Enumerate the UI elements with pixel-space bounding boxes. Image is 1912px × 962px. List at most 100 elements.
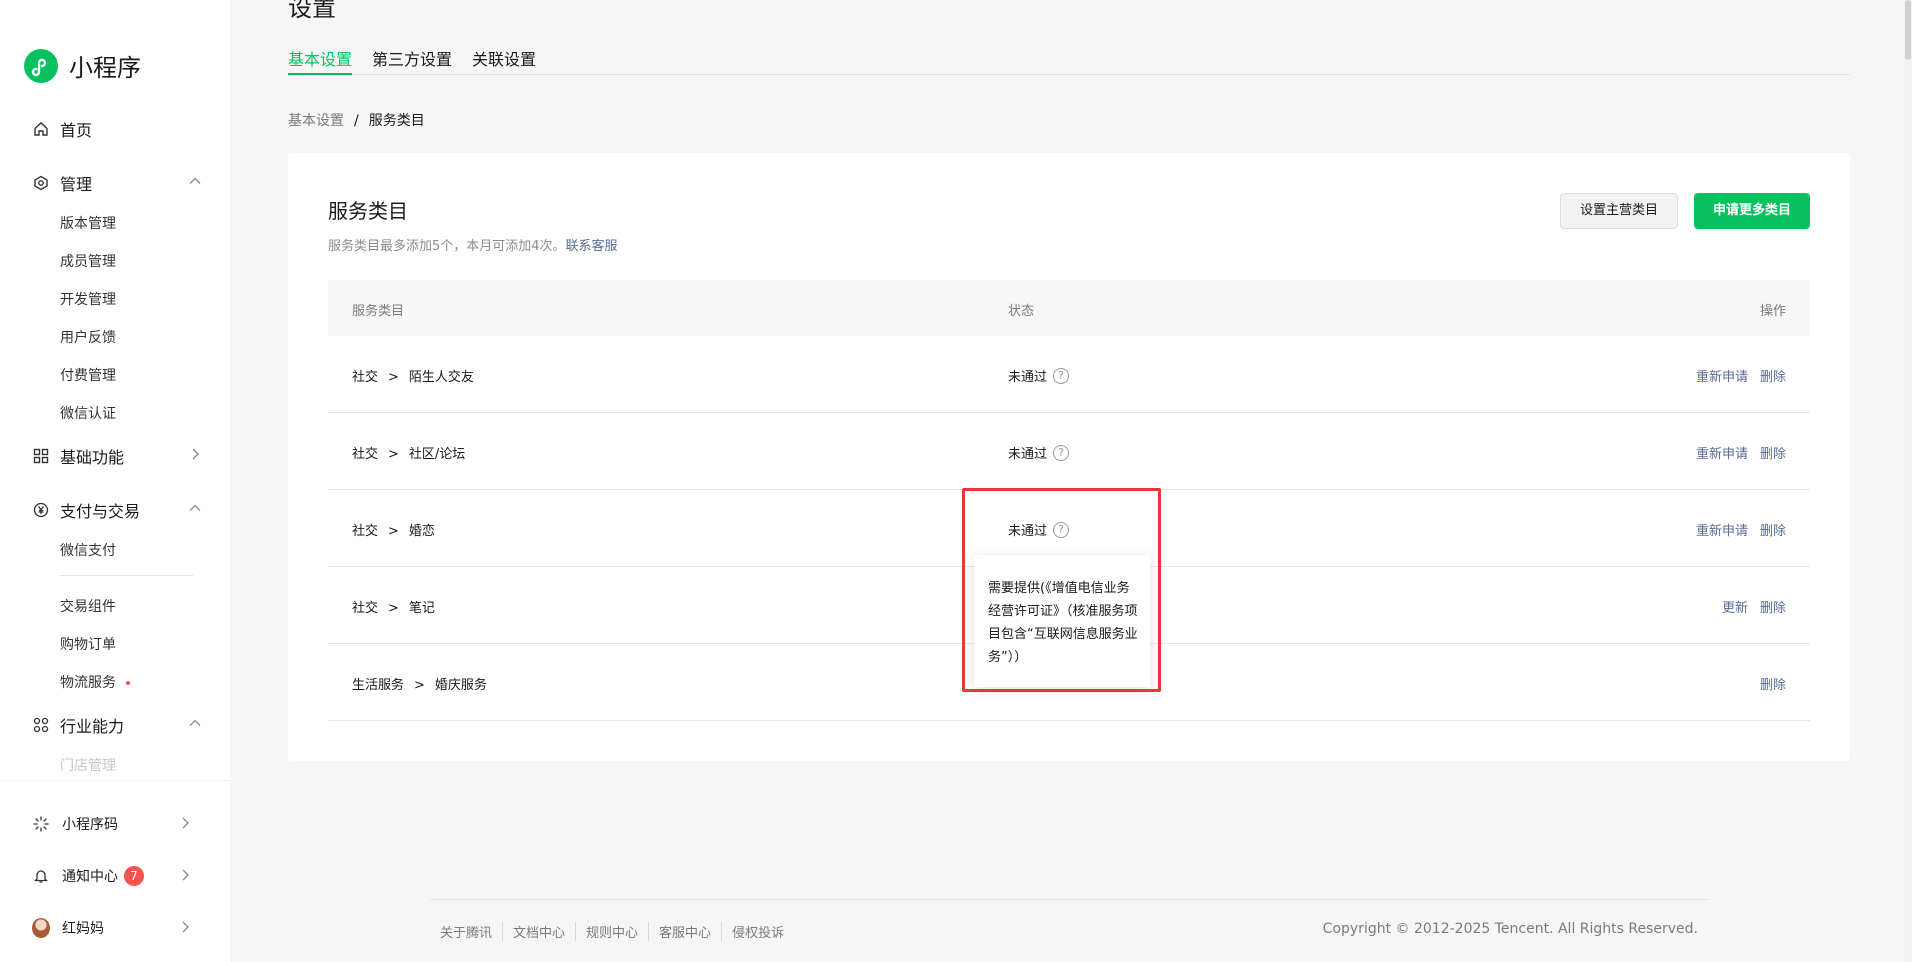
footer-link-docs[interactable]: 文档中心: [502, 922, 575, 941]
delete-link[interactable]: 删除: [1760, 443, 1786, 462]
sidebar-item-label: 物流服务: [60, 675, 116, 691]
category-child: 社区/论坛: [408, 447, 466, 462]
table-row: 社交 > 社区/论坛 未通过? 重新申请 删除: [328, 413, 1810, 490]
category-cell: 社交 > 社区/论坛: [352, 443, 465, 462]
chevron-up-icon: [189, 504, 201, 511]
category-arrow: >: [388, 370, 399, 385]
sidebar-item-home[interactable]: 首页: [32, 117, 202, 141]
category-parent: 社交: [352, 370, 379, 385]
sidebar-item-feedback[interactable]: 用户反馈: [60, 327, 116, 347]
update-link[interactable]: 更新: [1722, 597, 1748, 616]
chevron-right-icon: [182, 817, 189, 829]
sidebar-item-basic[interactable]: 基础功能: [32, 444, 202, 468]
set-main-category-button[interactable]: 设置主营类目: [1560, 193, 1678, 229]
sidebar-item-qrcode[interactable]: 小程序码: [32, 814, 192, 834]
column-header-ops: 操作: [1759, 304, 1786, 319]
reapply-link[interactable]: 重新申请: [1696, 520, 1748, 539]
sidebar-item-members[interactable]: 成员管理: [60, 251, 116, 271]
sidebar-item-label: 首页: [60, 121, 93, 140]
category-arrow: >: [414, 678, 425, 693]
breadcrumb-separator: /: [354, 113, 359, 129]
scrollbar-thumb[interactable]: [1905, 0, 1911, 60]
apply-more-category-button[interactable]: 申请更多类目: [1694, 193, 1810, 229]
breadcrumb-parent[interactable]: 基本设置: [288, 113, 344, 129]
notification-count-badge: 7: [124, 866, 144, 886]
footer-link-about[interactable]: 关于腾讯: [440, 922, 502, 941]
sidebar-item-store[interactable]: 门店管理: [60, 755, 116, 775]
card-subtitle-text: 服务类目最多添加5个，本月可添加4次。: [328, 239, 566, 254]
chevron-up-icon: [189, 719, 201, 726]
sidebar-item-label: 基础功能: [60, 448, 125, 467]
mini-program-logo-icon: [24, 48, 58, 83]
sparkle-icon: [32, 815, 50, 833]
question-icon[interactable]: ?: [1053, 367, 1070, 384]
red-dot-indicator: [126, 681, 130, 685]
sidebar-item-dev[interactable]: 开发管理: [60, 289, 116, 309]
sidebar-item-label: 管理: [60, 175, 93, 194]
sidebar-item-pay[interactable]: 支付与交易: [32, 498, 202, 522]
tab-basic-settings[interactable]: 基本设置: [288, 46, 353, 75]
category-parent: 社交: [352, 601, 379, 616]
reapply-link[interactable]: 重新申请: [1696, 366, 1748, 385]
breadcrumb: 基本设置 / 服务类目: [288, 110, 425, 130]
category-parent: 社交: [352, 447, 379, 462]
sidebar-item-orders[interactable]: 购物订单: [60, 634, 116, 654]
sidebar-item-label: 行业能力: [60, 717, 125, 736]
contact-support-link[interactable]: 联系客服: [566, 239, 618, 254]
brand[interactable]: 小程序: [24, 48, 141, 83]
delete-link[interactable]: 删除: [1760, 366, 1786, 385]
chevron-right-icon: [192, 448, 199, 460]
tabs: 基本设置 第三方设置 关联设置: [288, 44, 1850, 75]
scrollbar[interactable]: [1904, 0, 1912, 962]
sidebar-item-manage[interactable]: 管理: [32, 171, 202, 195]
avatar-wrap: [32, 918, 50, 938]
tab-related-settings[interactable]: 关联设置: [472, 46, 536, 75]
sidebar-item-payment-manage[interactable]: 付费管理: [60, 365, 116, 385]
ops-cell: 删除: [1748, 674, 1786, 693]
breadcrumb-current: 服务类目: [368, 113, 425, 129]
avatar: [32, 918, 50, 938]
delete-link[interactable]: 删除: [1760, 520, 1786, 539]
sidebar: 小程序 首页 管理 版本管理 成员管理 开发管理 用户反馈 付费管理 微信认证 …: [0, 0, 230, 962]
delete-link[interactable]: 删除: [1760, 674, 1786, 693]
ops-cell: 重新申请 删除: [1684, 443, 1786, 462]
category-arrow: >: [388, 601, 399, 616]
category-child: 陌生人交友: [408, 370, 474, 385]
ops-cell: 重新申请 删除: [1684, 520, 1786, 539]
category-arrow: >: [388, 447, 399, 462]
sidebar-item-wechat-pay[interactable]: 微信支付: [60, 540, 116, 560]
question-icon[interactable]: ?: [1053, 444, 1070, 461]
reapply-link[interactable]: 重新申请: [1696, 443, 1748, 462]
category-cell: 社交 > 笔记: [352, 597, 435, 616]
sidebar-item-label: 小程序码: [62, 817, 118, 833]
sidebar-item-logistics[interactable]: 物流服务: [60, 672, 130, 692]
status-text: 未通过: [1008, 370, 1048, 385]
table-row: 社交 > 陌生人交友 未通过? 重新申请 删除: [328, 336, 1810, 413]
highlight-box: [962, 488, 1161, 692]
sidebar-item-industry[interactable]: 行业能力: [32, 713, 202, 737]
chevron-up-icon: [189, 177, 201, 184]
sidebar-item-wechat-auth[interactable]: 微信认证: [60, 403, 116, 423]
tab-third-party-settings[interactable]: 第三方设置: [372, 46, 452, 75]
status-text: 未通过: [1008, 447, 1048, 462]
footer-link-infringement[interactable]: 侵权投诉: [721, 922, 794, 941]
bell-icon: [32, 867, 50, 885]
sidebar-item-notify[interactable]: 通知中心 7: [32, 866, 192, 886]
chevron-right-icon: [182, 921, 189, 933]
footer-divider: [430, 899, 1710, 900]
table-header: 服务类目 状态 操作: [328, 280, 1810, 336]
ops-cell: 重新申请 删除: [1684, 366, 1786, 385]
ops-cell: 更新 删除: [1710, 597, 1786, 616]
sidebar-item-label: 通知中心: [62, 869, 118, 885]
sidebar-item-trade-component[interactable]: 交易组件: [60, 596, 116, 616]
footer-link-support[interactable]: 客服中心: [648, 922, 721, 941]
status-cell: 未通过?: [1008, 366, 1070, 385]
delete-link[interactable]: 删除: [1760, 597, 1786, 616]
chevron-right-icon: [182, 869, 189, 881]
column-header-category: 服务类目: [352, 304, 405, 319]
sidebar-item-user[interactable]: 红妈妈: [32, 918, 192, 938]
sidebar-item-version[interactable]: 版本管理: [60, 213, 116, 233]
category-cell: 生活服务 > 婚庆服务: [352, 674, 487, 693]
divider: [60, 575, 193, 576]
footer-link-rules[interactable]: 规则中心: [575, 922, 648, 941]
